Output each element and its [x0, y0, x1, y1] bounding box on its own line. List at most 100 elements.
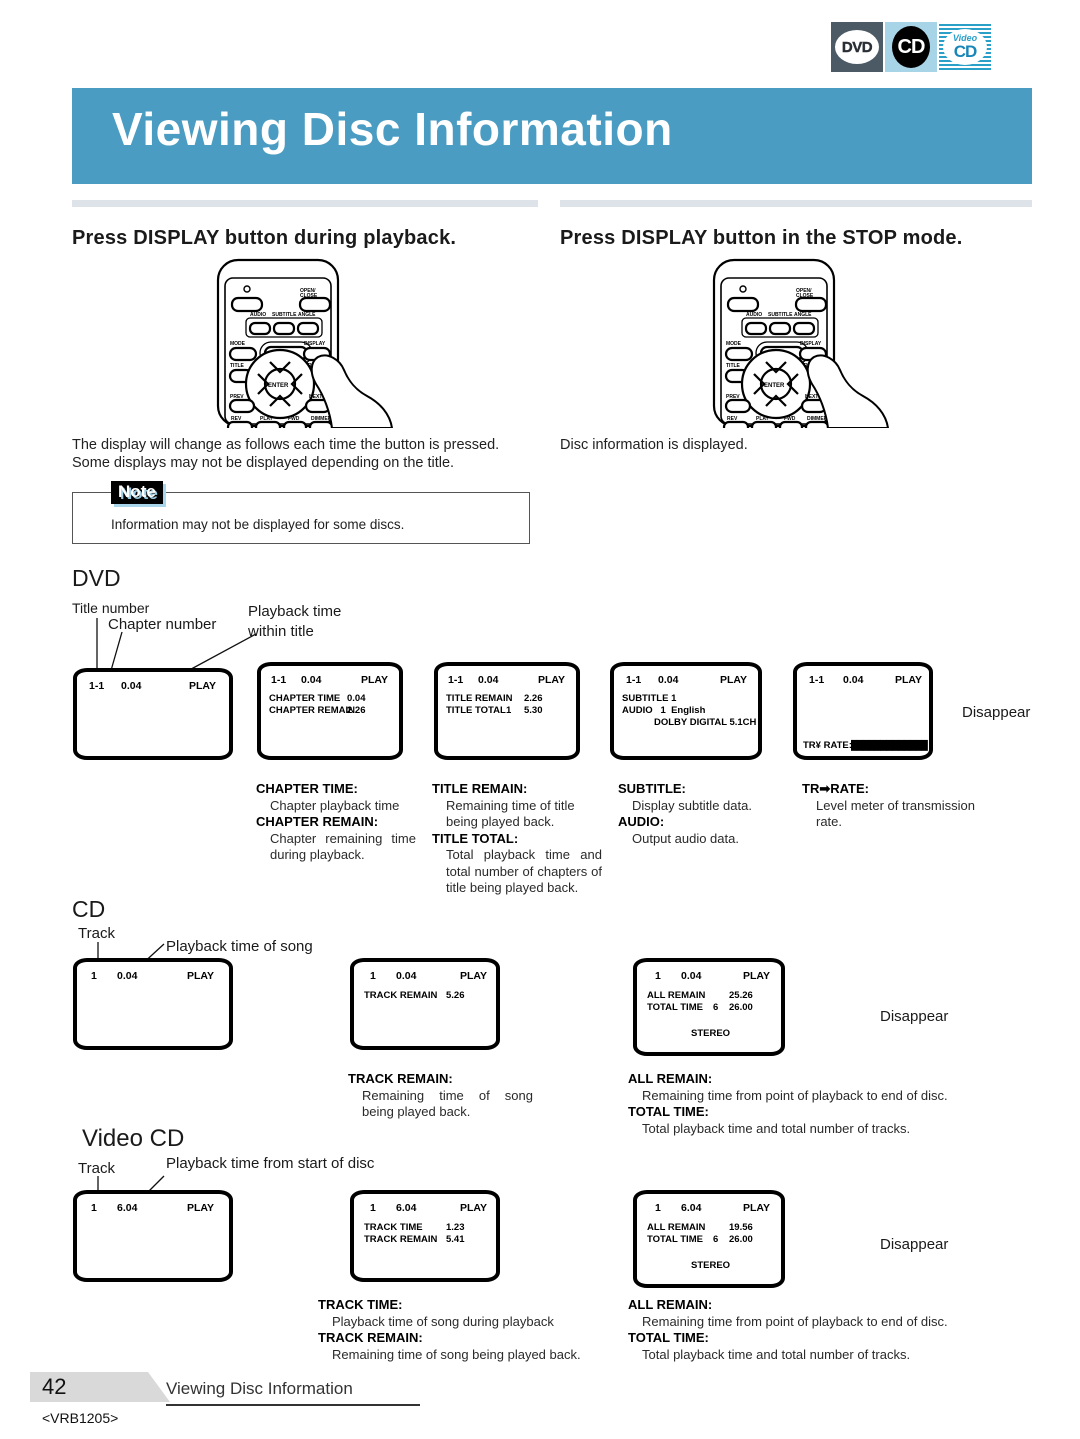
definition: Display subtitle data.: [632, 797, 752, 813]
disc-logo-group: DVD CD Video CD: [831, 22, 991, 72]
dvd-disappear-label: Disappear: [962, 704, 1031, 721]
svg-text:PREV: PREV: [726, 394, 740, 400]
cd-screen-1: 1 0.04 PLAY: [73, 958, 233, 1050]
definition: Playback time of song during playback: [332, 1313, 554, 1329]
dvd-screen-3: 1-1 0.04 PLAY TITLE REMAIN 2.26 TITLE TO…: [434, 662, 580, 760]
dvd-screen-4: 1-1 0.04 PLAY SUBTITLE 1 AUDIO 1 English…: [610, 662, 762, 760]
svg-text:TITLE: TITLE: [726, 363, 741, 369]
remote-control-icon: OPEN/CLOSE AUDIO SUBTITLE ANGLE MODE DISPLA…: [216, 258, 394, 428]
right-column: Press DISPLAY button in the STOP mode. O…: [560, 200, 1032, 454]
definition: Total playback time and total number of …: [642, 1120, 911, 1136]
footer-underline: [166, 1404, 420, 1406]
svg-text:TITLE: TITLE: [230, 363, 245, 369]
term: TOTAL TIME:: [628, 1330, 709, 1345]
dvd-screen-5: 1-1 0.04 PLAY TR¥ RATE: █████████████ 8.…: [793, 662, 933, 760]
cd-logo: CD: [885, 22, 937, 72]
definition: Remaining time from point of playback to…: [642, 1087, 948, 1103]
dvd-description-2: TITLE REMAIN: Remaining time of title be…: [432, 781, 602, 897]
footer-document-code: <VRB1205>: [42, 1410, 119, 1426]
vcd-description-1: TRACK TIME: Playback time of song during…: [318, 1297, 618, 1363]
svg-text:ENTER: ENTER: [764, 383, 785, 389]
term: SUBTITLE:: [618, 781, 686, 796]
svg-text:REV: REV: [231, 416, 242, 422]
definition: Remaining time of song being played back…: [362, 1087, 533, 1120]
term: TR➡RATE:: [802, 781, 869, 796]
term: TRACK REMAIN:: [348, 1071, 453, 1086]
cd-screen-3: 1 0.04 PLAY ALL REMAIN 25.26 TOTAL TIME …: [633, 958, 785, 1056]
remote-illustration-right: OPEN/CLOSE AUDIO SUBTITLE ANGLE MODE DISPLA…: [560, 256, 1032, 436]
dvd-logo: DVD: [831, 22, 883, 72]
svg-text:FWD: FWD: [784, 416, 796, 422]
svg-text:DIMMER: DIMMER: [807, 416, 828, 422]
dvd-description-4: TR➡RATE: Level meter of transmission rat…: [802, 781, 1002, 831]
dvd-screen-1: 1-1 0.04 PLAY: [73, 668, 233, 760]
svg-text:MODE: MODE: [726, 341, 742, 347]
vcd-disappear-label: Disappear: [880, 1236, 949, 1253]
remote-illustration-left: OPEN/CLOSE AUDIO SUBTITLE ANGLE MODE DISPLA…: [72, 256, 538, 436]
manual-page: DVD CD Video CD Viewing Disc Information…: [0, 0, 1080, 1439]
dvd-screen-2: 1-1 0.04 PLAY CHAPTER TIME 0.04 CHAPTER …: [257, 662, 403, 760]
right-subheading: Press DISPLAY button in the STOP mode.: [560, 227, 963, 249]
note-badge: Note: [111, 481, 163, 504]
term: CHAPTER TIME:: [256, 781, 358, 796]
svg-text:AUDIO: AUDIO: [250, 312, 266, 318]
svg-text:NEXT: NEXT: [309, 394, 322, 400]
svg-text:DISPLAY: DISPLAY: [304, 341, 326, 347]
svg-text:ANGLE: ANGLE: [794, 312, 812, 318]
footer-title: Viewing Disc Information: [166, 1379, 353, 1398]
section-rule-left: [72, 200, 538, 207]
definition: Level meter of transmission rate.: [816, 797, 975, 830]
left-body-paragraph-2: Some displays may not be displayed depen…: [72, 455, 455, 471]
right-body-paragraph-1: Disc information is displayed.: [560, 437, 748, 453]
dvd-section-heading: DVD: [72, 565, 121, 591]
svg-text:SUBTITLE: SUBTITLE: [272, 312, 297, 318]
svg-text:AUDIO: AUDIO: [746, 312, 762, 318]
page-header-band: Viewing Disc Information: [72, 88, 1032, 184]
term: AUDIO:: [618, 814, 665, 829]
cd-description-1: TRACK REMAIN: Remaining time of song bei…: [348, 1071, 533, 1121]
term: TRACK TIME:: [318, 1297, 403, 1312]
footer-page-number: 42: [42, 1374, 67, 1399]
bitrate-value: 8.3: [914, 740, 928, 751]
vcd-callout-playback: Playback time from start of disc: [166, 1155, 375, 1172]
cd-section-heading: CD: [72, 896, 106, 922]
definition: Remaining time from point of playback to…: [642, 1313, 948, 1329]
video-cd-logo: Video CD: [939, 22, 991, 72]
term: ALL REMAIN:: [628, 1297, 713, 1312]
definition: Total playback time and total number of …: [446, 847, 602, 895]
dvd-logo-label: DVD: [841, 39, 873, 56]
svg-text:CLOSE: CLOSE: [796, 293, 814, 299]
svg-text:NEXT: NEXT: [805, 394, 818, 400]
cd-disappear-label: Disappear: [880, 1008, 949, 1025]
vcd-screen-1: 1 6.04 PLAY: [73, 1190, 233, 1282]
note-text: Information may not be displayed for som…: [111, 517, 405, 532]
svg-text:MODE: MODE: [230, 341, 246, 347]
remote-control-icon: OPEN/CLOSE AUDIO SUBTITLE ANGLE MODE DISPLA…: [712, 258, 890, 428]
dvd-description-1: CHAPTER TIME: Chapter playback time CHAP…: [256, 781, 416, 864]
svg-text:DISPLAY: DISPLAY: [800, 341, 822, 347]
svg-text:CLOSE: CLOSE: [300, 293, 318, 299]
svg-text:SUBTITLE: SUBTITLE: [768, 312, 793, 318]
dvd-description-3: SUBTITLE: Display subtitle data. AUDIO: …: [618, 781, 788, 847]
page-title: Viewing Disc Information: [112, 103, 673, 155]
vcd-screen-3: 1 6.04 PLAY ALL REMAIN 19.56 TOTAL TIME …: [633, 1190, 785, 1288]
term: ALL REMAIN:: [628, 1071, 713, 1086]
left-body-paragraph-1: The display will change as follows each …: [72, 437, 500, 453]
svg-text:PLAY: PLAY: [756, 416, 770, 422]
svg-text:REV: REV: [727, 416, 738, 422]
definition: Remaining time of song being played back…: [332, 1346, 581, 1362]
svg-text:ANGLE: ANGLE: [298, 312, 316, 318]
definition: Total playback time and total number of …: [642, 1346, 911, 1362]
cd-description-2: ALL REMAIN: Remaining time from point of…: [628, 1071, 1028, 1137]
definition: Chapter remaining time during playback.: [270, 830, 416, 863]
left-subheading: Press DISPLAY button during playback.: [72, 227, 457, 249]
term: CHAPTER REMAIN:: [256, 814, 379, 829]
bitrate-label: TR¥ RATE:: [803, 740, 852, 751]
definition: Chapter playback time: [270, 797, 400, 813]
vcd-description-2: ALL REMAIN: Remaining time from point of…: [628, 1297, 1028, 1363]
definition: Remaining time of title being played bac…: [446, 797, 575, 830]
term: TITLE REMAIN:: [432, 781, 528, 796]
svg-text:PLAY: PLAY: [260, 416, 274, 422]
cd-screen-2: 1 0.04 PLAY TRACK REMAIN 5.26: [350, 958, 500, 1050]
term: TITLE TOTAL:: [432, 830, 519, 846]
